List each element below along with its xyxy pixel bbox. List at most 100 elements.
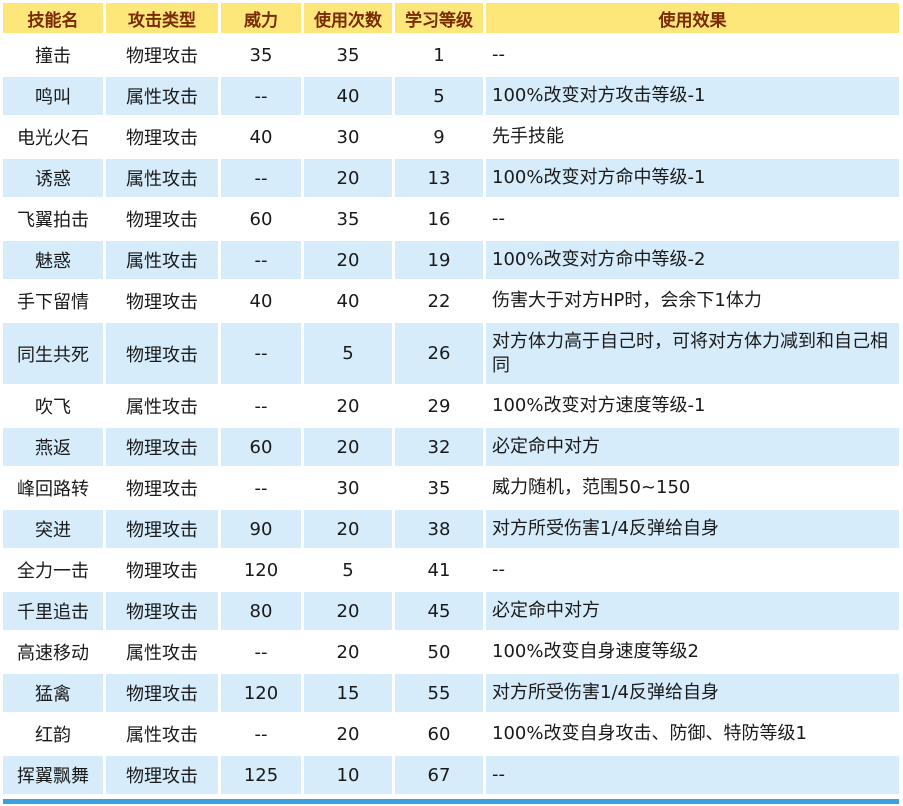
skill-name: 红韵 bbox=[3, 715, 103, 753]
effect: 100%改变自身速度等级2 bbox=[486, 633, 899, 671]
uses: 20 bbox=[304, 387, 392, 425]
learn-level: 26 bbox=[395, 323, 483, 384]
learn-level: 22 bbox=[395, 282, 483, 320]
learn-level: 16 bbox=[395, 200, 483, 238]
skill-name: 突进 bbox=[3, 510, 103, 548]
power: 60 bbox=[221, 428, 301, 466]
power: 90 bbox=[221, 510, 301, 548]
attack-type: 属性攻击 bbox=[106, 159, 218, 197]
uses: 20 bbox=[304, 241, 392, 279]
learn-level: 29 bbox=[395, 387, 483, 425]
power: -- bbox=[221, 469, 301, 507]
effect: 威力随机，范围50~150 bbox=[486, 469, 899, 507]
attack-type: 物理攻击 bbox=[106, 200, 218, 238]
power: -- bbox=[221, 77, 301, 115]
attack-type: 属性攻击 bbox=[106, 241, 218, 279]
attack-type: 物理攻击 bbox=[106, 469, 218, 507]
power: 40 bbox=[221, 118, 301, 156]
power: -- bbox=[221, 241, 301, 279]
attack-type: 属性攻击 bbox=[106, 77, 218, 115]
attack-type: 物理攻击 bbox=[106, 118, 218, 156]
header-uses: 使用次数 bbox=[304, 3, 392, 33]
effect: 对方体力高于自己时，可将对方体力减到和自己相同 bbox=[486, 323, 899, 384]
table-row: 魅惑 属性攻击 -- 20 19 100%改变对方命中等级-2 bbox=[3, 241, 899, 279]
skill-name: 挥翼飘舞 bbox=[3, 756, 103, 794]
skill-name: 峰回路转 bbox=[3, 469, 103, 507]
skills-table-container: 技能名 攻击类型 威力 使用次数 学习等级 使用效果 撞击 物理攻击 35 35… bbox=[0, 0, 903, 806]
table-row: 挥翼飘舞 物理攻击 125 10 67 -- bbox=[3, 756, 899, 794]
uses: 20 bbox=[304, 592, 392, 630]
learn-level: 9 bbox=[395, 118, 483, 156]
learn-level: 45 bbox=[395, 592, 483, 630]
skills-table: 技能名 攻击类型 威力 使用次数 学习等级 使用效果 撞击 物理攻击 35 35… bbox=[0, 0, 902, 797]
learn-level: 55 bbox=[395, 674, 483, 712]
attack-type: 物理攻击 bbox=[106, 428, 218, 466]
attack-type: 物理攻击 bbox=[106, 551, 218, 589]
skill-name: 全力一击 bbox=[3, 551, 103, 589]
learn-level: 19 bbox=[395, 241, 483, 279]
header-learn-level: 学习等级 bbox=[395, 3, 483, 33]
skill-name: 燕返 bbox=[3, 428, 103, 466]
power: 120 bbox=[221, 551, 301, 589]
learn-level: 1 bbox=[395, 36, 483, 74]
learn-level: 67 bbox=[395, 756, 483, 794]
learn-level: 60 bbox=[395, 715, 483, 753]
table-row: 全力一击 物理攻击 120 5 41 -- bbox=[3, 551, 899, 589]
table-row: 燕返 物理攻击 60 20 32 必定命中对方 bbox=[3, 428, 899, 466]
skill-name: 魅惑 bbox=[3, 241, 103, 279]
effect: 100%改变对方命中等级-1 bbox=[486, 159, 899, 197]
effect: 100%改变对方攻击等级-1 bbox=[486, 77, 899, 115]
skill-name: 电光火石 bbox=[3, 118, 103, 156]
skill-name: 飞翼拍击 bbox=[3, 200, 103, 238]
power: 120 bbox=[221, 674, 301, 712]
effect: 必定命中对方 bbox=[486, 592, 899, 630]
attack-type: 属性攻击 bbox=[106, 633, 218, 671]
uses: 20 bbox=[304, 159, 392, 197]
table-row: 撞击 物理攻击 35 35 1 -- bbox=[3, 36, 899, 74]
attack-type: 物理攻击 bbox=[106, 510, 218, 548]
attack-type: 属性攻击 bbox=[106, 387, 218, 425]
power: -- bbox=[221, 387, 301, 425]
table-row: 突进 物理攻击 90 20 38 对方所受伤害1/4反弹给自身 bbox=[3, 510, 899, 548]
power: -- bbox=[221, 159, 301, 197]
bottom-border-bar bbox=[3, 799, 899, 804]
attack-type: 物理攻击 bbox=[106, 36, 218, 74]
power: -- bbox=[221, 323, 301, 384]
attack-type: 物理攻击 bbox=[106, 282, 218, 320]
uses: 35 bbox=[304, 36, 392, 74]
table-row: 红韵 属性攻击 -- 20 60 100%改变自身攻击、防御、特防等级1 bbox=[3, 715, 899, 753]
power: 35 bbox=[221, 36, 301, 74]
uses: 5 bbox=[304, 551, 392, 589]
uses: 20 bbox=[304, 715, 392, 753]
header-row: 技能名 攻击类型 威力 使用次数 学习等级 使用效果 bbox=[3, 3, 899, 33]
effect: 对方所受伤害1/4反弹给自身 bbox=[486, 510, 899, 548]
table-row: 飞翼拍击 物理攻击 60 35 16 -- bbox=[3, 200, 899, 238]
effect: -- bbox=[486, 756, 899, 794]
learn-level: 13 bbox=[395, 159, 483, 197]
learn-level: 35 bbox=[395, 469, 483, 507]
learn-level: 38 bbox=[395, 510, 483, 548]
effect: -- bbox=[486, 200, 899, 238]
effect: 必定命中对方 bbox=[486, 428, 899, 466]
learn-level: 32 bbox=[395, 428, 483, 466]
effect: -- bbox=[486, 36, 899, 74]
skill-name: 诱惑 bbox=[3, 159, 103, 197]
attack-type: 物理攻击 bbox=[106, 756, 218, 794]
uses: 20 bbox=[304, 428, 392, 466]
table-row: 猛禽 物理攻击 120 15 55 对方所受伤害1/4反弹给自身 bbox=[3, 674, 899, 712]
uses: 20 bbox=[304, 510, 392, 548]
uses: 20 bbox=[304, 633, 392, 671]
uses: 40 bbox=[304, 77, 392, 115]
uses: 15 bbox=[304, 674, 392, 712]
effect: -- bbox=[486, 551, 899, 589]
table-row: 鸣叫 属性攻击 -- 40 5 100%改变对方攻击等级-1 bbox=[3, 77, 899, 115]
uses: 30 bbox=[304, 469, 392, 507]
table-row: 千里追击 物理攻击 80 20 45 必定命中对方 bbox=[3, 592, 899, 630]
table-row: 吹飞 属性攻击 -- 20 29 100%改变对方速度等级-1 bbox=[3, 387, 899, 425]
power: 125 bbox=[221, 756, 301, 794]
effect: 对方所受伤害1/4反弹给自身 bbox=[486, 674, 899, 712]
effect: 100%改变对方速度等级-1 bbox=[486, 387, 899, 425]
uses: 5 bbox=[304, 323, 392, 384]
table-row: 同生共死 物理攻击 -- 5 26 对方体力高于自己时，可将对方体力减到和自己相… bbox=[3, 323, 899, 384]
uses: 30 bbox=[304, 118, 392, 156]
